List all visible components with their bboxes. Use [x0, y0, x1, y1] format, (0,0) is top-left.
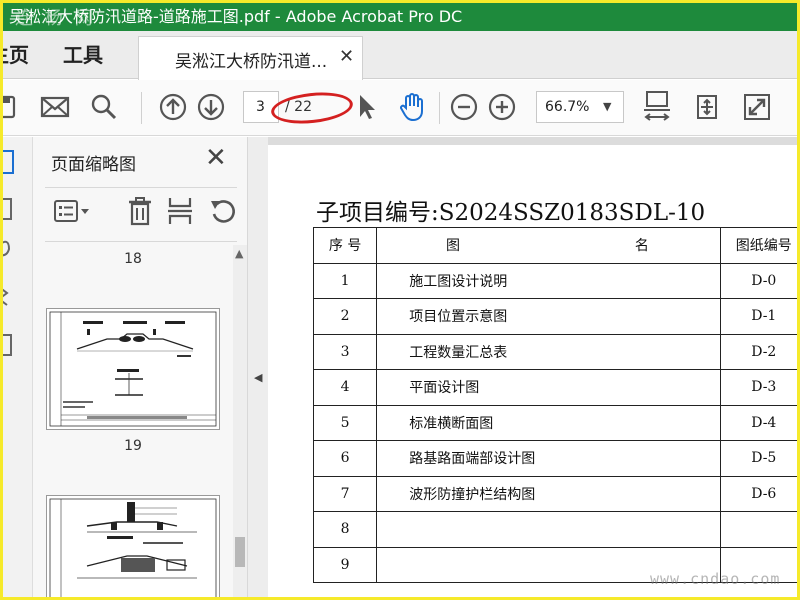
tab-bar: 主页 工具 吴淞江大桥防汛道... ✕	[3, 31, 797, 80]
thumbnail-options-icon[interactable]	[53, 195, 93, 227]
page-thumbnails-panel: 页面缩略图 ✕ 18 19 ▲	[33, 137, 248, 597]
page-thumbnail[interactable]	[46, 308, 220, 430]
panel-title: 页面缩略图	[51, 155, 136, 175]
row-code: D-1	[719, 298, 797, 335]
row-no: 1	[312, 262, 378, 299]
header-name-right: 名	[634, 238, 651, 255]
document-view[interactable]: 子项目编号:S2024SSZ0183SDL-10 序 号 图 名 图纸编号 1施…	[268, 137, 797, 597]
row-name: 平面设计图	[376, 369, 721, 406]
table-row: 4 平面设计图 D-3	[312, 369, 797, 406]
select-cursor-icon[interactable]	[355, 90, 379, 124]
document-page: 子项目编号:S2024SSZ0183SDL-10 序 号 图 名 图纸编号 1施…	[268, 145, 797, 597]
row-name	[376, 511, 721, 548]
tab-document-label: 吴淞江大桥防汛道...	[175, 52, 328, 72]
table-row: 3 工程数量汇总表 D-2	[312, 333, 797, 370]
row-code: D-3	[719, 369, 797, 406]
sub-project-number: 子项目编号:S2024SSZ0183SDL-10	[316, 200, 706, 226]
header-code: 图纸编号	[719, 227, 797, 264]
zoom-level-value: 66.7%	[545, 99, 590, 115]
panel-divider	[45, 241, 237, 242]
acrobat-window: 吴淞江大桥防汛道路-道路施工图.pdf - Adobe Acrobat Pro …	[3, 3, 797, 597]
table-row: 6 路基路面端部设计图 D-5	[312, 440, 797, 477]
extract-page-icon[interactable]	[166, 195, 194, 227]
table-row: 1 施工图设计说明 D-0	[312, 262, 797, 299]
table-row: 2 项目位置示意图 D-1	[312, 298, 797, 335]
toolbar: 3 / 22 66.7% ▼	[3, 80, 797, 136]
scroll-up-icon[interactable]: ▲	[235, 247, 243, 260]
close-panel-icon[interactable]: ✕	[205, 143, 227, 173]
toolbar-divider	[141, 92, 142, 124]
zoom-out-icon[interactable]	[449, 90, 479, 124]
row-name: 路基路面端部设计图	[376, 440, 721, 477]
row-code: D-4	[719, 404, 797, 441]
row-no: 8	[312, 511, 378, 548]
site-watermark: 连 杨 网	[15, 8, 96, 29]
next-page-icon[interactable]	[195, 90, 227, 124]
site-watermark-bottom: www.cndao.com	[650, 570, 781, 588]
header-no: 序 号	[312, 227, 378, 264]
fit-page-icon[interactable]	[641, 90, 673, 124]
row-no: 3	[312, 333, 378, 370]
row-code: D-2	[719, 333, 797, 370]
row-code	[719, 511, 797, 548]
thumbnail-page-label: 19	[124, 438, 142, 454]
fullscreen-icon[interactable]	[741, 90, 773, 124]
panel-collapse-handle[interactable]: ◀	[248, 137, 268, 597]
table-row: 5 标准横断面图 D-4	[312, 404, 797, 441]
rotate-page-icon[interactable]	[208, 195, 238, 227]
row-name: 工程数量汇总表	[376, 333, 721, 370]
thumbnail-page-label: 18	[124, 251, 142, 267]
row-name: 波形防撞护栏结构图	[376, 475, 721, 512]
row-code: D-6	[719, 475, 797, 512]
zoom-in-icon[interactable]	[487, 90, 517, 124]
search-icon[interactable]	[89, 90, 119, 124]
row-no: 5	[312, 404, 378, 441]
panel-divider	[45, 187, 237, 188]
row-code: D-0	[719, 262, 797, 299]
close-tab-icon[interactable]: ✕	[339, 46, 354, 67]
row-no: 9	[312, 546, 378, 583]
title-bar: 吴淞江大桥防汛道路-道路施工图.pdf - Adobe Acrobat Pro …	[3, 3, 797, 31]
row-no: 6	[312, 440, 378, 477]
tab-home[interactable]: 主页	[3, 31, 29, 79]
thumbnail-list: 18 19	[33, 245, 233, 597]
hand-tool-icon[interactable]	[397, 90, 429, 124]
delete-page-icon[interactable]	[126, 195, 154, 227]
scroll-thumb[interactable]	[235, 537, 245, 567]
row-no: 7	[312, 475, 378, 512]
chevron-left-icon: ◀	[254, 371, 263, 384]
table-row: 7 波形防撞护栏结构图 D-6	[312, 475, 797, 512]
zoom-level-select[interactable]: 66.7% ▼	[536, 91, 624, 123]
row-no: 2	[312, 298, 378, 335]
mail-icon[interactable]	[39, 90, 71, 124]
chevron-down-icon: ▼	[603, 100, 612, 113]
row-name: 标准横断面图	[376, 404, 721, 441]
drawing-list-table: 序 号 图 名 图纸编号 1 施工图设计说明 D-0 2 项目位置示意图 D-1 3 工程…	[312, 227, 797, 583]
toolbar-divider	[439, 92, 440, 124]
table-row: 8	[312, 511, 797, 548]
row-code: D-5	[719, 440, 797, 477]
row-no: 4	[312, 369, 378, 406]
tab-document[interactable]: 吴淞江大桥防汛道... ✕	[138, 36, 363, 80]
row-name: 项目位置示意图	[376, 298, 721, 335]
page-thumbnail[interactable]	[46, 495, 220, 597]
thumbnail-scrollbar[interactable]: ▲	[233, 245, 247, 597]
row-name: 施工图设计说明	[376, 262, 721, 299]
rotate-view-icon[interactable]	[691, 90, 723, 124]
tab-tools[interactable]: 工具	[63, 31, 103, 79]
table-header-row: 序 号 图 名 图纸编号	[312, 227, 797, 264]
nav-icons[interactable]	[3, 137, 33, 367]
highlight-annotation	[269, 88, 355, 128]
header-name: 图 名	[376, 227, 721, 264]
save-icon[interactable]	[3, 90, 19, 124]
prev-page-icon[interactable]	[157, 90, 189, 124]
left-nav-strip	[3, 137, 33, 597]
header-name-left: 图	[445, 238, 462, 255]
